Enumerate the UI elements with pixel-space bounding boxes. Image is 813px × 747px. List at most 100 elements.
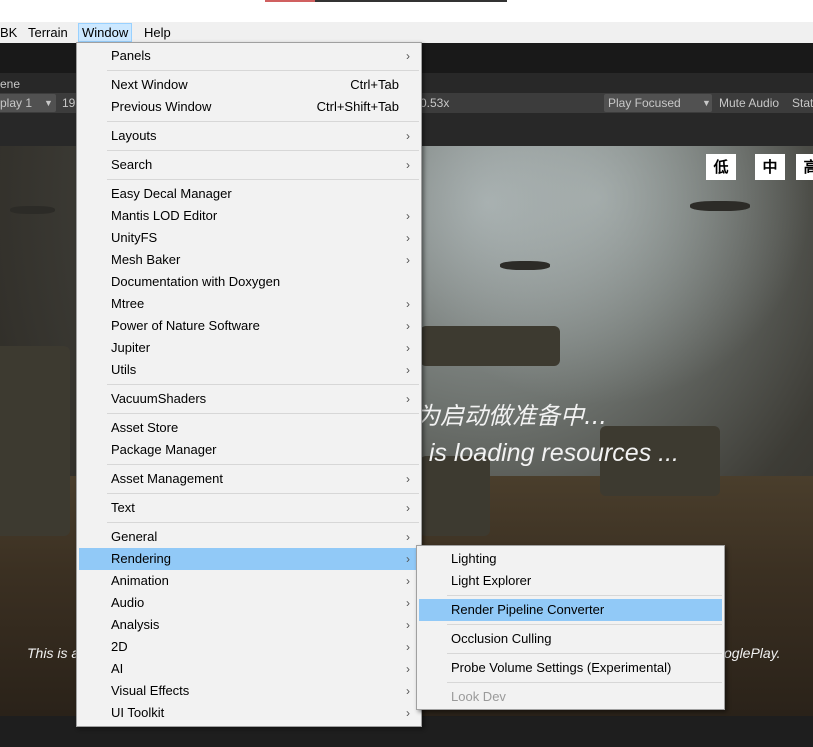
chevron-right-icon: › — [406, 158, 410, 172]
menu-item-analysis[interactable]: Analysis › — [79, 614, 419, 636]
scene-tab[interactable]: ene — [0, 76, 20, 92]
menu-item-rendering[interactable]: Rendering › — [79, 548, 419, 570]
menu-item-look-dev: Look Dev — [451, 689, 506, 704]
menu-separator — [447, 682, 722, 683]
mute-audio-toggle[interactable]: Mute Audio — [719, 95, 779, 111]
menu-item-visual-effects[interactable]: Visual Effects › — [79, 680, 419, 702]
plane-image — [690, 201, 750, 211]
menu-item-general[interactable]: General › — [79, 526, 419, 548]
menu-item-2d[interactable]: 2D › — [79, 636, 419, 658]
rendering-submenu: Lighting Light Explorer Render Pipeline … — [416, 545, 725, 710]
menu-separator — [107, 121, 419, 122]
tank-image — [420, 326, 560, 366]
quality-low-button[interactable]: 低 — [706, 154, 736, 180]
chevron-right-icon: › — [406, 530, 410, 544]
menu-item-layouts[interactable]: Layouts › — [79, 125, 419, 147]
chevron-right-icon: › — [406, 319, 410, 333]
menu-terrain[interactable]: Terrain — [25, 24, 71, 41]
menu-separator — [107, 493, 419, 494]
top-window-strip — [0, 0, 813, 22]
display-label: play 1 — [0, 96, 33, 110]
menu-item-search[interactable]: Search › — [79, 154, 419, 176]
resolution-label[interactable]: 19 — [62, 95, 75, 111]
menu-item-utils[interactable]: Utils › — [79, 359, 419, 381]
menu-separator — [107, 179, 419, 180]
chevron-right-icon: › — [406, 618, 410, 632]
play-focused-label: Play Focused — [608, 96, 681, 110]
menu-item-light-explorer[interactable]: Light Explorer — [419, 570, 722, 592]
menu-item-mtree[interactable]: Mtree › — [79, 293, 419, 315]
menubar: BK Terrain Window Help — [0, 22, 813, 43]
menu-separator — [107, 413, 419, 414]
menu-item-text[interactable]: Text › — [79, 497, 419, 519]
menu-item-ai[interactable]: AI › — [79, 658, 419, 680]
menu-item-previous-window[interactable]: Previous Window Ctrl+Shift+Tab — [79, 96, 419, 118]
menu-item-power-of-nature[interactable]: Power of Nature Software › — [79, 315, 419, 337]
chevron-right-icon: › — [406, 501, 410, 515]
tank-image — [0, 346, 70, 536]
menu-item-animation[interactable]: Animation › — [79, 570, 419, 592]
chevron-right-icon: › — [406, 341, 410, 355]
menu-item-asset-store[interactable]: Asset Store — [79, 417, 419, 439]
menu-separator — [447, 624, 722, 625]
display-dropdown[interactable]: play 1 ▼ — [0, 94, 56, 112]
menu-item-package-manager[interactable]: Package Manager — [79, 439, 419, 461]
chevron-down-icon: ▼ — [44, 98, 53, 108]
menu-item-easy-decal-manager[interactable]: Easy Decal Manager — [79, 183, 419, 205]
menu-item-probe-volume-settings[interactable]: Probe Volume Settings (Experimental) — [419, 657, 722, 679]
menu-separator — [107, 464, 419, 465]
menu-item-documentation-doxygen[interactable]: Documentation with Doxygen — [79, 271, 419, 293]
chevron-down-icon: ▼ — [702, 98, 711, 108]
chevron-right-icon: › — [406, 662, 410, 676]
tank-image — [420, 456, 490, 536]
plane-image — [500, 261, 550, 270]
menu-item-jupiter[interactable]: Jupiter › — [79, 337, 419, 359]
menu-item-occlusion-culling[interactable]: Occlusion Culling — [419, 628, 722, 650]
menu-item-next-window[interactable]: Next Window Ctrl+Tab — [79, 74, 419, 96]
chevron-right-icon: › — [406, 684, 410, 698]
menu-item-panels[interactable]: Panels › — [79, 45, 419, 67]
play-focused-dropdown[interactable]: Play Focused ▼ — [604, 94, 712, 112]
menu-separator — [447, 595, 722, 596]
chevron-right-icon: › — [406, 129, 410, 143]
menu-item-asset-management[interactable]: Asset Management › — [79, 468, 419, 490]
menu-item-lighting[interactable]: Lighting — [419, 548, 722, 570]
menu-item-audio[interactable]: Audio › — [79, 592, 419, 614]
sky-glow — [380, 146, 813, 406]
chevron-right-icon: › — [406, 574, 410, 588]
footer-text-left: This is a — [27, 645, 80, 661]
quality-medium-button[interactable]: 中 — [755, 154, 785, 180]
chevron-right-icon: › — [406, 472, 410, 486]
menu-item-vacuumshaders[interactable]: VacuumShaders › — [79, 388, 419, 410]
menu-item-ui-toolkit[interactable]: UI Toolkit › — [79, 702, 419, 724]
chevron-right-icon: › — [406, 363, 410, 377]
quality-high-button[interactable]: 高 — [796, 154, 813, 180]
menu-separator — [107, 150, 419, 151]
top-strip-accent — [265, 0, 315, 2]
menu-item-mesh-baker[interactable]: Mesh Baker › — [79, 249, 419, 271]
menu-separator — [447, 653, 722, 654]
menu-item-render-pipeline-converter[interactable]: Render Pipeline Converter — [419, 599, 722, 621]
loading-text-en: n is loading resources ... — [408, 439, 679, 467]
scale-value: 0.53x — [420, 96, 450, 110]
chevron-right-icon: › — [406, 231, 410, 245]
chevron-right-icon: › — [406, 392, 410, 406]
menu-separator — [107, 384, 419, 385]
chevron-right-icon: › — [406, 596, 410, 610]
menu-separator — [107, 522, 419, 523]
menu-window[interactable]: Window — [78, 23, 133, 42]
chevron-right-icon: › — [406, 253, 410, 267]
chevron-right-icon: › — [406, 640, 410, 654]
chevron-right-icon: › — [406, 706, 410, 720]
chevron-right-icon: › — [406, 552, 410, 566]
top-strip-dark — [315, 0, 507, 2]
chevron-right-icon: › — [406, 209, 410, 223]
menu-item-mantis-lod-editor[interactable]: Mantis LOD Editor › — [79, 205, 419, 227]
stats-toggle[interactable]: Stat — [792, 95, 813, 111]
menu-separator — [107, 70, 419, 71]
chevron-right-icon: › — [406, 49, 410, 63]
menu-item-unityfs[interactable]: UnityFS › — [79, 227, 419, 249]
loading-text-cn: 为启动做准备中... — [416, 402, 607, 430]
menu-help[interactable]: Help — [141, 24, 174, 41]
menu-bk[interactable]: BK — [0, 24, 20, 41]
